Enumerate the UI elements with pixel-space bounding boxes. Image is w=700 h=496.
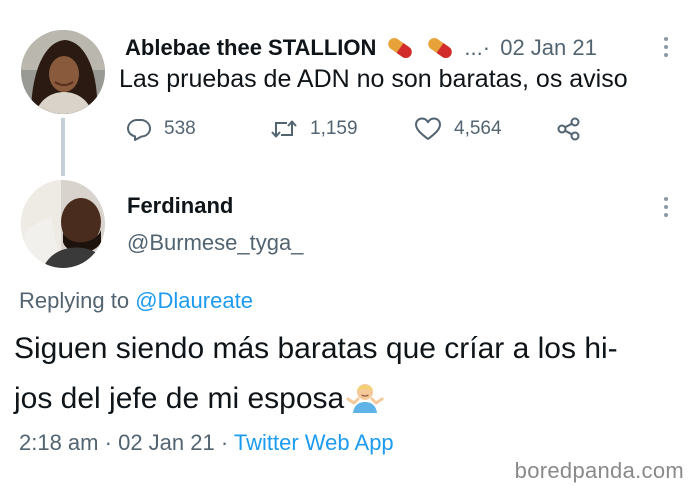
replying-prefix: Replying to	[19, 288, 130, 313]
reply-button[interactable]: 538	[126, 116, 196, 142]
pill-icon	[424, 35, 456, 61]
meta-separator: ·	[482, 35, 491, 60]
retweet-icon	[270, 116, 310, 142]
avatar[interactable]	[21, 180, 105, 268]
like-count: 4,564	[454, 118, 502, 139]
meta-separator: ·	[104, 430, 112, 455]
tweet-text: Las pruebas de ADN no son baratas, os av…	[119, 65, 628, 93]
tweet-text: Siguen siendo más baratas que críar a lo…	[14, 324, 684, 424]
reply-count: 538	[164, 118, 196, 139]
tweet-text-line: Siguen siendo más baratas que críar a lo…	[14, 332, 618, 365]
author-name[interactable]: Ferdinand	[127, 193, 233, 219]
like-button[interactable]: 4,564	[414, 116, 502, 142]
replying-to: Replying to @Dlaureate	[19, 288, 253, 314]
meta-separator: ·	[220, 430, 229, 455]
tweet-thread-screenshot: Ablebae thee STALLION ...· 02 Jan 21 Las…	[0, 0, 700, 496]
pill-icon	[384, 35, 416, 61]
tweet-text-line: jos del jefe de mi esposa	[14, 382, 345, 415]
tweet-footer: 2:18 am · 02 Jan 21 · Twitter Web App	[19, 430, 394, 456]
replying-handle-link[interactable]: @Dlaureate	[135, 288, 253, 313]
name-truncation-ellipsis: ...	[464, 35, 483, 60]
heart-icon	[414, 116, 454, 142]
author-name[interactable]: Ablebae thee STALLION	[125, 35, 376, 61]
retweet-count: 1,159	[310, 118, 358, 139]
watermark: boredpanda.com	[514, 458, 684, 483]
share-button[interactable]	[556, 116, 594, 142]
tweet-date[interactable]: 02 Jan 21	[118, 430, 215, 455]
tweet-time[interactable]: 2:18 am	[19, 430, 99, 455]
share-icon	[556, 116, 594, 142]
tweet-date[interactable]: 02 Jan 21	[500, 35, 597, 60]
tweet1-header: Ablebae thee STALLION ...· 02 Jan 21	[125, 34, 597, 62]
reply-icon	[126, 116, 164, 142]
person-shrugging-emoji	[346, 379, 384, 417]
thread-connector-line	[61, 118, 65, 176]
more-options-icon[interactable]	[662, 196, 670, 218]
more-options-icon[interactable]	[662, 36, 670, 58]
author-handle[interactable]: @Burmese_tyga_	[127, 230, 303, 256]
tweet-source-link[interactable]: Twitter Web App	[234, 430, 394, 455]
avatar[interactable]	[21, 30, 105, 114]
retweet-button[interactable]: 1,159	[270, 116, 358, 142]
